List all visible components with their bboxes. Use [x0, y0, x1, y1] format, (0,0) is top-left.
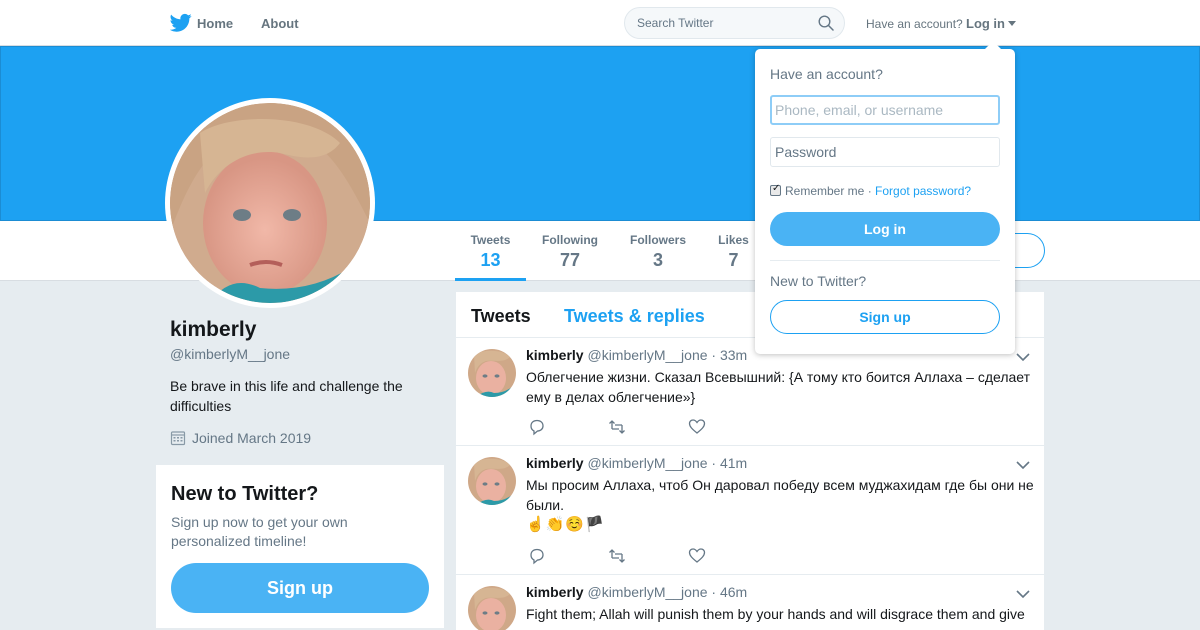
tweet-author-name[interactable]: kimberly	[526, 347, 584, 363]
login-dropdown-title: Have an account?	[770, 66, 883, 82]
new-to-twitter-title: New to Twitter?	[171, 483, 319, 505]
tweet-text: Fight them; Allah will punish them by yo…	[526, 606, 1025, 622]
username-field[interactable]: Phone, email, or username	[770, 95, 1000, 125]
dropdown-signup-button[interactable]: Sign up	[770, 300, 1000, 334]
remember-me-row: Remember me · Forgot password?	[770, 183, 971, 198]
tweet-author-handle[interactable]: @kimberlyM__jone	[587, 347, 707, 363]
remember-me-label[interactable]: Remember me	[785, 184, 864, 198]
tweet-header: kimberly @kimberlyM__jone · 33m	[526, 347, 747, 363]
active-tab-underline	[455, 278, 526, 281]
tweet-emoji: ☝️👏☺️🏴	[526, 516, 605, 533]
have-account-text: Have an account?	[866, 17, 963, 31]
tweet-text: Облегчение жизни. Сказал Всевышний: {А т…	[526, 369, 1031, 405]
remember-me-checkbox[interactable]	[770, 183, 781, 196]
stat-likes-label: Likes	[718, 233, 749, 247]
top-navigation-bar: Home About Search Twitter Have an accoun…	[0, 0, 1200, 46]
tweet-header: kimberly @kimberlyM__jone · 41m	[526, 455, 747, 471]
tweet[interactable]: kimberly @kimberlyM__jone · 41m Мы проси…	[456, 446, 1044, 575]
stat-likes[interactable]: Likes 7	[717, 233, 750, 271]
login-dropdown: Have an account? Phone, email, or userna…	[755, 41, 1015, 354]
retweet-icon[interactable]	[608, 418, 626, 436]
tweet-text: Мы просим Аллаха, чтоб Он даровал победу…	[526, 475, 1036, 535]
remember-separator: ·	[867, 184, 872, 198]
stat-following-label: Following	[542, 233, 598, 247]
tweet-timestamp[interactable]: · 33m	[711, 347, 747, 363]
tweet-timestamp[interactable]: · 46m	[711, 584, 747, 600]
profile-joined: Joined March 2019	[170, 430, 311, 446]
password-field[interactable]: Password	[770, 137, 1000, 167]
tweet[interactable]: kimberly @kimberlyM__jone · 33m Облегчен…	[456, 338, 1044, 446]
like-icon[interactable]	[688, 547, 706, 565]
nav-about-link[interactable]: About	[261, 16, 299, 31]
search-icon[interactable]	[818, 15, 834, 31]
stat-followers-value: 3	[652, 250, 663, 270]
tweet-avatar-photo	[468, 586, 516, 630]
tweet-avatar[interactable]	[468, 349, 516, 397]
tweet-author-name[interactable]: kimberly	[526, 455, 584, 471]
search-placeholder: Search Twitter	[637, 16, 714, 30]
profile-photo	[170, 103, 370, 303]
profile-avatar[interactable]	[165, 98, 375, 308]
dropdown-divider	[770, 260, 1000, 261]
tweet-avatar[interactable]	[468, 586, 516, 630]
chevron-down-icon[interactable]	[1016, 353, 1030, 362]
tweet-header: kimberly @kimberlyM__jone · 46m	[526, 584, 747, 600]
chevron-down-icon[interactable]	[1016, 590, 1030, 599]
stat-following[interactable]: Following 77	[541, 233, 599, 271]
like-icon[interactable]	[688, 418, 706, 436]
profile-handle[interactable]: @kimberlyM__jone	[170, 346, 290, 362]
tab-tweets[interactable]: Tweets	[471, 306, 531, 327]
profile-joined-text: Joined March 2019	[192, 430, 312, 446]
retweet-icon[interactable]	[608, 547, 626, 565]
tweet-author-handle[interactable]: @kimberlyM__jone	[587, 455, 707, 471]
tweet[interactable]: kimberly @kimberlyM__jone · 46m Fight th…	[456, 575, 1044, 630]
reply-icon[interactable]	[528, 418, 546, 436]
nav-home-link[interactable]: Home	[197, 16, 233, 31]
tweet-avatar-photo	[468, 349, 516, 397]
dropdown-new-to-twitter: New to Twitter?	[770, 273, 867, 289]
caret-down-icon[interactable]	[1008, 21, 1016, 26]
login-dropdown-toggle[interactable]: Log in	[966, 16, 1005, 31]
calendar-icon	[170, 431, 186, 446]
stat-tweets-value: 13	[480, 250, 501, 270]
chevron-down-icon[interactable]	[1016, 461, 1030, 470]
login-button[interactable]: Log in	[770, 212, 1000, 246]
tab-tweets-and-replies[interactable]: Tweets & replies	[564, 306, 705, 327]
stat-followers-label: Followers	[629, 233, 686, 247]
reply-icon[interactable]	[528, 547, 546, 565]
profile-bio: Be brave in this life and challenge the …	[170, 378, 403, 414]
twitter-bird-icon[interactable]	[170, 13, 192, 33]
stat-likes-value: 7	[728, 250, 739, 270]
tweet-author-handle[interactable]: @kimberlyM__jone	[587, 584, 707, 600]
stat-followers[interactable]: Followers 3	[629, 233, 687, 271]
tweet-timestamp[interactable]: · 41m	[711, 455, 747, 471]
profile-name[interactable]: kimberly	[170, 318, 256, 342]
dropdown-arrow	[985, 41, 1001, 49]
new-to-twitter-description: Sign up now to get your own personalized…	[171, 514, 348, 549]
new-to-twitter-card: New to Twitter? Sign up now to get your …	[156, 465, 444, 628]
forgot-password-link[interactable]: Forgot password?	[875, 184, 971, 198]
tweet-avatar[interactable]	[468, 457, 516, 505]
tweet-avatar-photo	[468, 457, 516, 505]
tweet-text-body: Мы просим Аллаха, чтоб Он даровал победу…	[526, 477, 1034, 513]
stat-following-value: 77	[559, 250, 581, 270]
stat-tweets-label: Tweets	[470, 233, 511, 247]
stat-tweets[interactable]: Tweets 13	[470, 233, 511, 271]
sidebar-signup-button[interactable]: Sign up	[171, 563, 429, 613]
tweet-author-name[interactable]: kimberly	[526, 584, 584, 600]
search-input[interactable]: Search Twitter	[624, 7, 845, 39]
